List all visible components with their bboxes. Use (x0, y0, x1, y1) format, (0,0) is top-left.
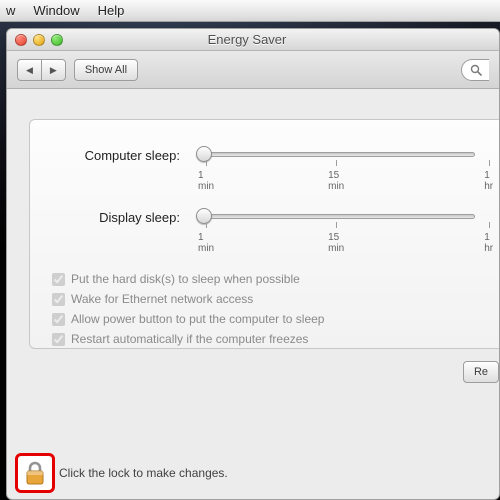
forward-button[interactable]: ▶ (41, 59, 66, 81)
toolbar: ◀ ▶ Show All (7, 51, 499, 89)
computer-sleep-ticks: 1 min 15 min 1 hr (188, 170, 485, 192)
check-hard-disk-sleep[interactable]: Put the hard disk(s) to sleep when possi… (52, 272, 485, 286)
menubar-item[interactable]: w (6, 3, 15, 18)
search-field[interactable] (461, 59, 489, 81)
settings-panel: Computer sleep: 1 min 15 min 1 hr Displa… (29, 119, 499, 349)
menubar-item-window[interactable]: Window (33, 3, 79, 18)
check-restart-on-freeze[interactable]: Restart automatically if the computer fr… (52, 332, 485, 346)
menubar-item-help[interactable]: Help (98, 3, 125, 18)
nav-segment: ◀ ▶ (17, 59, 66, 81)
back-button[interactable]: ◀ (17, 59, 41, 81)
system-menubar: w Window Help (0, 0, 500, 22)
restore-defaults-button[interactable]: Re (463, 361, 499, 383)
energy-saver-window: Energy Saver ◀ ▶ Show All Computer sleep… (6, 28, 500, 500)
options-checklist: Put the hard disk(s) to sleep when possi… (52, 272, 485, 346)
slider-knob-icon[interactable] (196, 146, 212, 162)
titlebar: Energy Saver (7, 29, 499, 51)
lock-help-text: Click the lock to make changes. (59, 466, 228, 480)
lock-icon[interactable] (24, 460, 46, 486)
check-power-button-sleep[interactable]: Allow power button to put the computer t… (52, 312, 485, 326)
show-all-button[interactable]: Show All (74, 59, 138, 81)
search-icon (470, 64, 482, 76)
window-title: Energy Saver (6, 32, 491, 47)
display-sleep-ticks: 1 min 15 min 1 hr (188, 232, 485, 254)
lock-row: Click the lock to make changes. (15, 453, 228, 493)
lock-highlight (15, 453, 55, 493)
check-wake-ethernet[interactable]: Wake for Ethernet network access (52, 292, 485, 306)
computer-sleep-label: Computer sleep: (52, 148, 180, 163)
computer-sleep-row: Computer sleep: (52, 144, 485, 166)
display-sleep-label: Display sleep: (52, 210, 180, 225)
slider-knob-icon[interactable] (196, 208, 212, 224)
display-sleep-row: Display sleep: (52, 206, 485, 228)
